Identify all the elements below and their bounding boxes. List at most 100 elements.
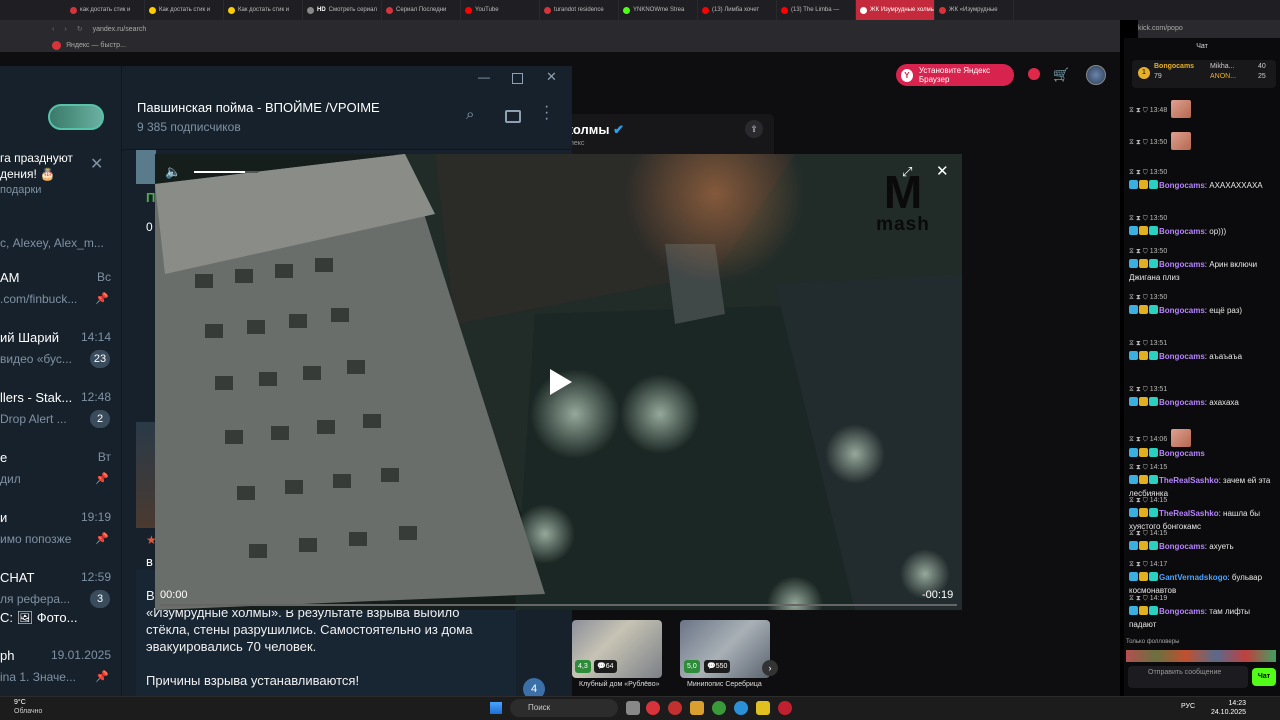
install-browser-button[interactable]: Y Установите Яндекс Браузер — [896, 64, 1014, 86]
shop-next-icon[interactable]: › — [762, 660, 778, 676]
chat-username[interactable]: TheRealSashko — [1159, 476, 1219, 485]
browser-tab[interactable]: ЖК «Изумрудные — [935, 0, 1014, 20]
chat-username[interactable]: TheRealSashko — [1159, 509, 1219, 518]
url-text[interactable]: yandex.ru/search — [93, 26, 147, 33]
close-promo-icon[interactable]: ✕ — [90, 154, 103, 174]
browser-tab[interactable]: Сериал Последни — [382, 0, 461, 20]
video-current-time: 00:00 — [160, 589, 188, 601]
chat-username[interactable]: GantVernadskogo — [1159, 573, 1227, 582]
chat-username[interactable]: Bongocams — [1159, 227, 1205, 236]
chat-username[interactable]: Bongocams — [1159, 607, 1205, 616]
chrome-icon[interactable] — [712, 701, 726, 715]
maximize-icon[interactable] — [512, 73, 523, 84]
browser-tab[interactable]: YNKNOWme Strea — [619, 0, 698, 20]
chat-name[interactable]: AM — [0, 270, 20, 285]
promo-link-text[interactable]: подарки — [0, 184, 41, 196]
chat-send-button[interactable]: Чат — [1252, 668, 1276, 686]
chat-name[interactable]: с, Alexey, Alex_m... — [0, 236, 104, 250]
share-icon[interactable]: ⇪ — [745, 120, 763, 138]
emote-strip[interactable] — [1126, 650, 1276, 662]
browser-tab[interactable]: YouTube — [461, 0, 540, 20]
chat-username[interactable]: Bongocams — [1159, 260, 1205, 269]
chat-name[interactable]: е — [0, 450, 7, 465]
windows-start-icon[interactable] — [490, 702, 502, 714]
reload-icon[interactable]: ↻ — [77, 25, 83, 33]
user-avatar[interactable] — [1086, 65, 1106, 85]
birthday-promo[interactable]: га празднуют дения! 🎂 подарки — [0, 150, 73, 198]
more-menu-icon[interactable]: · · · — [544, 99, 550, 127]
opera-icon[interactable] — [668, 701, 682, 715]
play-button-icon[interactable] — [550, 369, 572, 395]
forward-icon[interactable]: › — [64, 26, 66, 33]
chat-username[interactable]: Bongocams — [1159, 306, 1205, 315]
notes-icon[interactable] — [756, 701, 770, 715]
browser-tab[interactable]: Как достать стик и — [145, 0, 224, 20]
chat-input[interactable]: Отправить сообщение — [1128, 666, 1248, 688]
chat-name[interactable]: llers - Stak... — [0, 390, 72, 405]
chat-timestamp: 13:48 — [1149, 107, 1168, 114]
telegram-icon[interactable] — [734, 701, 748, 715]
chat-username[interactable]: Bongocams — [1159, 449, 1205, 458]
chat-username[interactable]: Bongocams — [1159, 352, 1205, 361]
sidebar-toggle-icon[interactable] — [505, 110, 521, 123]
video-progress-bar[interactable] — [160, 604, 957, 606]
chat-name[interactable]: ph — [0, 648, 14, 663]
browser-tab[interactable]: turandot residence — [540, 0, 619, 20]
weather-widget[interactable]: 9°C Облачно — [14, 698, 42, 716]
shop-reviews-1-text: 64 — [605, 663, 614, 670]
browser-tab[interactable]: как достать стик и — [66, 0, 145, 20]
task-view-icon[interactable] — [626, 701, 640, 715]
promo-line-2: дения! 🎂 — [0, 167, 56, 181]
fullscreen-icon[interactable]: ⤢ — [902, 164, 912, 180]
chat-message: ⧖ ⧗ ⛉ 13:51 Bongocams: ахахаха — [1129, 382, 1277, 409]
stories-avatars[interactable] — [48, 104, 104, 130]
address-bar[interactable]: ‹ › ↻ yandex.ru/search — [0, 20, 1120, 38]
cart-icon[interactable]: 🛒 — [1053, 67, 1069, 83]
chat-username[interactable]: Bongocams — [1159, 398, 1205, 407]
taskbar-clock[interactable]: 14:23 24.10.2025 — [1200, 699, 1246, 717]
browser-tab[interactable]: (13) The Limba — — [777, 0, 856, 20]
yandex-browser-icon[interactable] — [646, 701, 660, 715]
shop-label-1[interactable]: Клубный дом «Рублёво» — [579, 681, 659, 688]
chat-name[interactable]: С: 🖼 Фото... — [0, 610, 77, 626]
kick-address-bar[interactable]: kick.com/popo — [1138, 20, 1280, 38]
shop-label-2[interactable]: Минипопис Серебрица — [687, 681, 762, 688]
chat-name[interactable]: ий Шарий — [0, 330, 59, 345]
chat-username[interactable]: Bongocams — [1159, 181, 1205, 190]
chat-name[interactable]: CHAT — [0, 570, 34, 585]
volume-icon[interactable]: 🔈 — [165, 164, 181, 180]
chat-timestamp: 14:15 — [1149, 530, 1168, 537]
followers-only-label: Только фолловеры — [1126, 639, 1180, 645]
browser-tab[interactable]: ЖК Изумрудные холмы — [856, 0, 935, 20]
opera-gx-icon[interactable] — [778, 701, 792, 715]
tab-title: Как достать стик и — [159, 7, 211, 13]
language-indicator[interactable]: РУС — [1181, 703, 1195, 710]
chat-timestamp: 14:06 — [1149, 436, 1168, 443]
minimize-icon[interactable]: — — [478, 70, 490, 84]
browser-tab[interactable]: Как достать стик и — [224, 0, 303, 20]
back-icon[interactable]: ‹ — [52, 26, 54, 33]
top-gifter-2-name[interactable]: Mikha... — [1210, 63, 1235, 70]
kick-url-text[interactable]: kick.com/popo — [1138, 25, 1183, 32]
promo-link[interactable]: подарки — [0, 182, 73, 198]
top-gifter-3-name[interactable]: ANON... — [1210, 73, 1236, 80]
browser-tab[interactable]: HD Смотреть сериал — [303, 0, 382, 20]
browser-tab[interactable]: (13) Лимба хочет — [698, 0, 777, 20]
chat-username[interactable]: Bongocams — [1159, 542, 1205, 551]
bookmark-item[interactable]: Яндекс — быстр... — [66, 42, 126, 49]
moderator-badge-icon — [1129, 475, 1138, 484]
top-gifter-1-name[interactable]: Bongocams — [1154, 63, 1194, 70]
taskbar-search[interactable]: Поиск — [510, 699, 618, 717]
chat-text: ор))) — [1209, 227, 1227, 236]
channel-post-image[interactable] — [136, 422, 156, 528]
close-window-icon[interactable]: ✕ — [546, 69, 557, 85]
search-icon[interactable]: ⌕ — [466, 106, 474, 123]
channel-title[interactable]: Павшинская пойма - ВПОЙМЕ /VPOIME — [137, 100, 380, 115]
close-video-icon[interactable]: ✕ — [936, 162, 949, 180]
pinned-message-thumb[interactable] — [136, 150, 156, 184]
chat-name[interactable]: и — [0, 510, 7, 525]
notification-icon[interactable] — [1028, 68, 1040, 80]
file-explorer-icon[interactable] — [690, 701, 704, 715]
volume-slider[interactable] — [194, 171, 258, 173]
tab-title: ЖК Изумрудные холмы — [870, 7, 935, 13]
